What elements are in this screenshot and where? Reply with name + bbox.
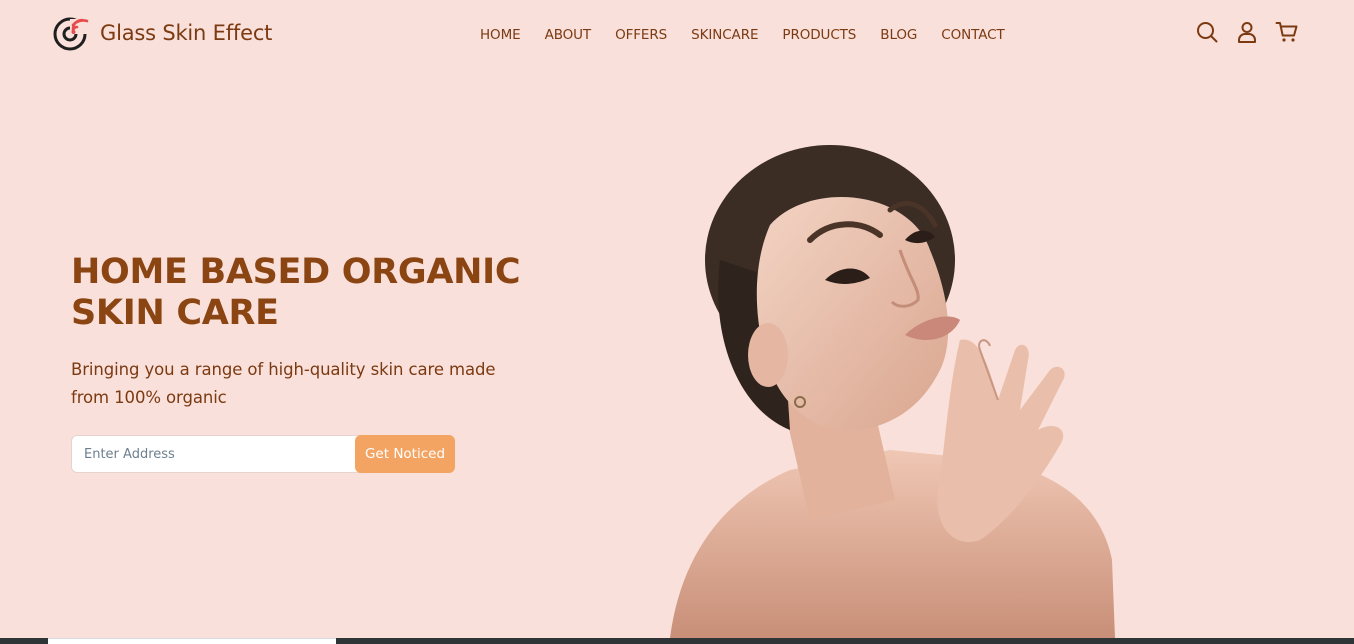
search-icon[interactable] xyxy=(1195,20,1219,44)
brand-name: Glass Skin Effect xyxy=(100,21,273,45)
cart-icon[interactable] xyxy=(1275,20,1299,44)
nav-link-offers[interactable]: OFFERS xyxy=(615,27,667,43)
nav-item-skincare: SKINCARE xyxy=(691,24,758,43)
address-signup-form: Get Noticed xyxy=(71,435,455,473)
nav-link-blog[interactable]: BLOG xyxy=(880,27,917,43)
nav-link-about[interactable]: ABOUT xyxy=(545,27,592,43)
get-noticed-button[interactable]: Get Noticed xyxy=(355,435,455,473)
nav-item-products: PRODUCTS xyxy=(782,24,856,43)
nav-link-contact[interactable]: CONTACT xyxy=(941,27,1004,43)
logo-icon xyxy=(53,17,89,51)
main-nav: HOME ABOUT OFFERS SKINCARE PRODUCTS BLOG… xyxy=(480,24,1005,43)
bottom-bar xyxy=(0,638,1354,644)
hero-subtitle-line-2: from 100% organic xyxy=(71,388,227,407)
nav-link-skincare[interactable]: SKINCARE xyxy=(691,27,758,43)
user-icon[interactable] xyxy=(1235,20,1259,44)
hero-title: HOME BASED ORGANIC SKIN CARE xyxy=(71,252,531,334)
nav-item-home: HOME xyxy=(480,24,521,43)
hero-title-line-2: SKIN CARE xyxy=(71,293,279,333)
nav-item-blog: BLOG xyxy=(880,24,917,43)
hero-title-line-1: HOME BASED ORGANIC xyxy=(71,252,521,292)
nav-icons xyxy=(1195,20,1299,44)
nav-item-offers: OFFERS xyxy=(615,24,667,43)
hero-portrait-image xyxy=(670,145,1115,638)
nav-link-home[interactable]: HOME xyxy=(480,27,521,43)
nav-item-about: ABOUT xyxy=(545,24,592,43)
hero-subtitle: Bringing you a range of high-quality ski… xyxy=(71,356,501,412)
brand-link[interactable]: Glass Skin Effect xyxy=(53,15,272,51)
nav-item-contact: CONTACT xyxy=(941,24,1004,43)
navbar: Glass Skin Effect HOME ABOUT OFFERS SKIN… xyxy=(0,0,1354,66)
address-input[interactable] xyxy=(71,435,363,473)
bottom-panel-tab xyxy=(48,638,336,644)
hero-subtitle-line-1: Bringing you a range of high-quality ski… xyxy=(71,360,496,379)
nav-link-products[interactable]: PRODUCTS xyxy=(782,27,856,43)
